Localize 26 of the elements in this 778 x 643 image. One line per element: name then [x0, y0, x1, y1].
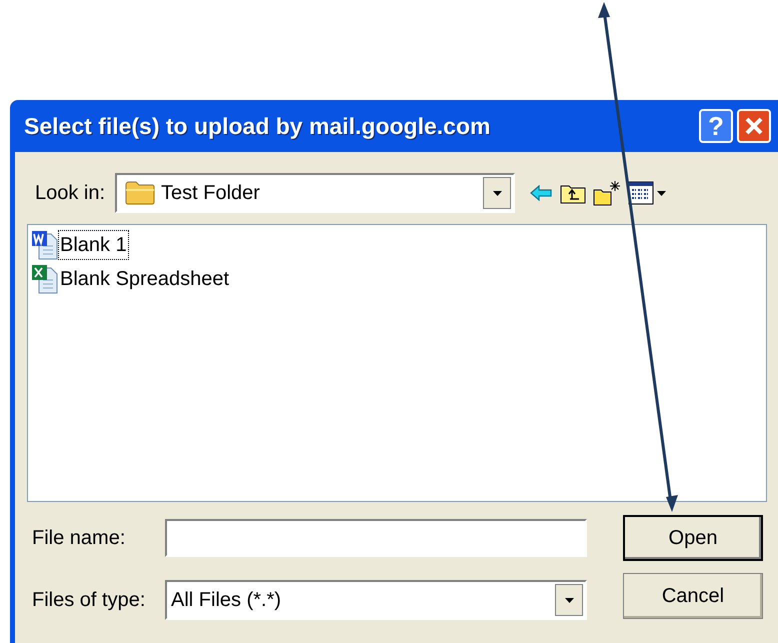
- look-in-dropdown[interactable]: Test Folder: [115, 173, 515, 213]
- document-icon: [31, 230, 59, 260]
- file-item[interactable]: Blank 1: [31, 229, 128, 261]
- close-icon: [744, 116, 764, 136]
- new-folder-icon: [593, 180, 621, 206]
- dialog-button[interactable]: Open: [623, 515, 763, 561]
- help-button[interactable]: ?: [699, 109, 733, 143]
- dropdown-arrow-icon: [492, 190, 502, 196]
- file-type-label: Files of type:: [31, 588, 146, 613]
- new-folder-button[interactable]: [591, 179, 623, 207]
- dropdown-button[interactable]: [555, 584, 583, 616]
- file-name-field[interactable]: [165, 519, 587, 557]
- close-button[interactable]: [737, 109, 771, 143]
- look-in-label: Look in:: [34, 181, 106, 206]
- window-title: Select file(s) to upload by mail.google.com: [24, 112, 490, 141]
- dropdown-button[interactable]: [483, 177, 511, 209]
- file-name-label: File name:: [31, 526, 126, 551]
- dropdown-arrow-icon: [564, 598, 574, 602]
- dropdown-arrow-icon: [657, 190, 666, 196]
- document-icon: [31, 264, 59, 294]
- file-item[interactable]: Blank Spreadsheet: [31, 263, 230, 295]
- folder-icon: [125, 181, 155, 205]
- dialog-button[interactable]: Cancel: [623, 573, 763, 619]
- file-type-dropdown[interactable]: All Files (*.*): [165, 580, 587, 620]
- left-arrow-icon: [530, 185, 552, 201]
- list-view-icon: [628, 181, 654, 205]
